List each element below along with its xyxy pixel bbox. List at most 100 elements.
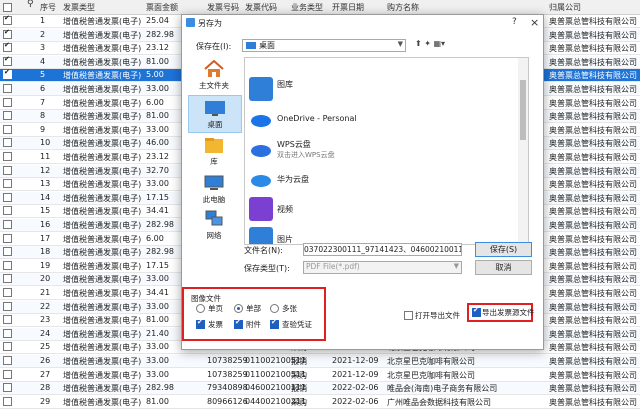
row-checkbox[interactable] <box>3 165 12 175</box>
row-type: 增值税普通发票(电子) <box>63 139 142 149</box>
row-buyer: 北京星巴克咖啡有限公司 <box>387 357 475 366</box>
row-checkbox[interactable] <box>3 68 12 80</box>
radio-multi[interactable] <box>270 304 279 313</box>
place-library[interactable]: 库 <box>188 133 240 169</box>
row-checkbox[interactable] <box>3 138 12 148</box>
save-in-combo[interactable]: 桌面 ▼ <box>242 39 406 52</box>
row-checkbox[interactable] <box>3 220 12 229</box>
row-type: 增值税普通发票(电子) <box>63 180 142 190</box>
radio-single-label: 单页 <box>208 304 223 313</box>
cancel-button[interactable]: 取消 <box>475 260 532 275</box>
row-owner: 奥普票总管科技有限公司 <box>549 71 637 81</box>
dialog-titlebar[interactable]: 另存为 ? × <box>182 15 543 31</box>
row-checkbox[interactable] <box>3 274 12 284</box>
file-item-wps[interactable]: WPS云盘 双击进入WPS云盘 <box>245 134 515 164</box>
row-checkbox[interactable] <box>3 84 12 93</box>
toolbar-icons[interactable]: ⬆ ✦ ▦▾ <box>415 39 445 48</box>
checkbox-invoice[interactable] <box>196 318 205 329</box>
place-this-pc[interactable]: 此电脑 <box>188 171 240 207</box>
table-row[interactable]: 29 增值税普通发票(电子) 81.00 80966126 044002100211 采购… <box>0 396 640 409</box>
table-row[interactable]: 26 增值税普通发票(电子) 33.00 10738259 011002100511 报销… <box>0 355 640 368</box>
col-header-owner[interactable]: 归属公司 <box>549 2 581 13</box>
row-checkbox[interactable] <box>3 192 12 202</box>
row-type: 增值税普通发票(电子) <box>63 234 142 244</box>
table-header: ⚲ 序号 发票类型 票面金额 发票号码 发票代码 业务类型 开票日期 购方名称 … <box>0 0 640 15</box>
row-checkbox[interactable] <box>3 206 12 216</box>
help-button[interactable]: ? <box>512 17 517 27</box>
filename-input[interactable]: 037022300111_97141423、046002100111_79 <box>303 243 462 256</box>
row-type: 增值税普通发票(电子) <box>63 248 142 258</box>
row-checkbox[interactable] <box>3 41 12 53</box>
row-amount: 33.00 <box>146 369 169 379</box>
table-row[interactable]: 28 增值税普通发票(电子) 282.98 79340898 046002100111 报… <box>0 382 640 396</box>
row-checkbox[interactable] <box>3 369 12 379</box>
place-desktop[interactable]: 桌面 <box>188 95 242 133</box>
row-owner: 奥普票总管科技有限公司 <box>549 384 637 394</box>
scroll-thumb[interactable] <box>520 80 526 140</box>
row-no: 26 <box>40 356 51 365</box>
col-header-number[interactable]: 发票号码 <box>207 2 239 13</box>
row-checkbox[interactable] <box>3 288 12 297</box>
checkbox-cert[interactable] <box>270 318 279 329</box>
row-no: 4 <box>40 56 46 66</box>
row-checkbox[interactable] <box>3 97 12 107</box>
place-network[interactable]: 网络 <box>188 207 240 243</box>
row-owner: 奥普票总管科技有限公司 <box>549 357 637 366</box>
col-header-buyer[interactable]: 购方名称 <box>387 2 419 13</box>
row-checkbox[interactable] <box>3 396 12 406</box>
col-header-no[interactable]: 序号 <box>40 2 56 13</box>
row-type: 增值税普通发票(电子) <box>63 397 142 407</box>
col-header-code[interactable]: 发票代码 <box>245 2 277 13</box>
row-type: 增值税普通发票(电子) <box>63 71 142 81</box>
radio-all[interactable] <box>234 304 243 313</box>
file-item-onedrive[interactable]: OneDrive - Personal <box>245 104 515 134</box>
row-amount: 33.00 <box>146 179 169 189</box>
row-checkbox[interactable] <box>3 247 12 257</box>
filetype-select[interactable]: PDF File(*.pdf) ▼ <box>303 261 462 274</box>
row-type: 增值税普通发票(电子) <box>63 30 142 40</box>
row-checkbox[interactable] <box>3 260 12 270</box>
row-no: 11 <box>40 152 51 161</box>
col-header-amount[interactable]: 票面金额 <box>146 2 178 13</box>
save-button[interactable]: 保存(S) <box>475 242 532 257</box>
row-checkbox[interactable] <box>3 328 12 338</box>
row-checkbox[interactable] <box>3 179 12 189</box>
vertical-scrollbar[interactable] <box>518 58 528 244</box>
row-no: 2 <box>40 29 46 39</box>
places-bar: 主文件夹 桌面 库 此电脑 网络 <box>188 57 242 243</box>
row-no: 23 <box>40 315 51 325</box>
radio-single[interactable] <box>196 304 205 313</box>
select-all-checkbox[interactable] <box>3 3 12 12</box>
file-item-videos[interactable]: 视频 <box>245 194 515 224</box>
checkbox-attachment[interactable] <box>234 318 243 329</box>
file-item-huawei[interactable]: 华为云盘 <box>245 164 515 194</box>
row-no: 9 <box>40 124 46 134</box>
row-checkbox[interactable] <box>3 356 12 365</box>
close-button[interactable]: × <box>530 16 539 29</box>
row-checkbox[interactable] <box>3 233 12 243</box>
file-item-gallery[interactable]: 图库 <box>245 74 515 104</box>
checkbox-export-source[interactable] <box>472 306 481 317</box>
row-checkbox[interactable] <box>3 152 12 161</box>
row-checkbox[interactable] <box>3 55 12 66</box>
table-row[interactable]: 27 增值税普通发票(电子) 33.00 10738259 011002100511 采购… <box>0 369 640 382</box>
row-checkbox[interactable] <box>3 342 12 352</box>
file-list[interactable]: 图库 OneDrive - Personal WPS云盘 双击进入WPS云盘 华… <box>244 57 529 245</box>
row-checkbox[interactable] <box>3 28 12 39</box>
export-source-label: 导出发票源文件 <box>482 308 535 317</box>
row-checkbox[interactable] <box>3 301 12 311</box>
row-checkbox[interactable] <box>3 111 12 121</box>
row-checkbox[interactable] <box>3 14 12 25</box>
row-checkbox[interactable] <box>3 315 12 325</box>
row-checkbox[interactable] <box>3 383 12 393</box>
col-header-biz[interactable]: 业务类型 <box>291 2 323 13</box>
row-type: 增值税普通发票(电子) <box>63 112 142 122</box>
col-header-date[interactable]: 开票日期 <box>332 2 364 13</box>
row-checkbox[interactable] <box>3 124 12 134</box>
pictures-folder-icon <box>249 227 273 244</box>
filename-label: 文件名(N): <box>244 246 283 255</box>
checkbox-open-export[interactable] <box>404 311 413 320</box>
place-home[interactable]: 主文件夹 <box>188 57 240 93</box>
row-owner: 奥普票总管科技有限公司 <box>549 397 637 407</box>
col-header-type[interactable]: 发票类型 <box>63 2 95 13</box>
